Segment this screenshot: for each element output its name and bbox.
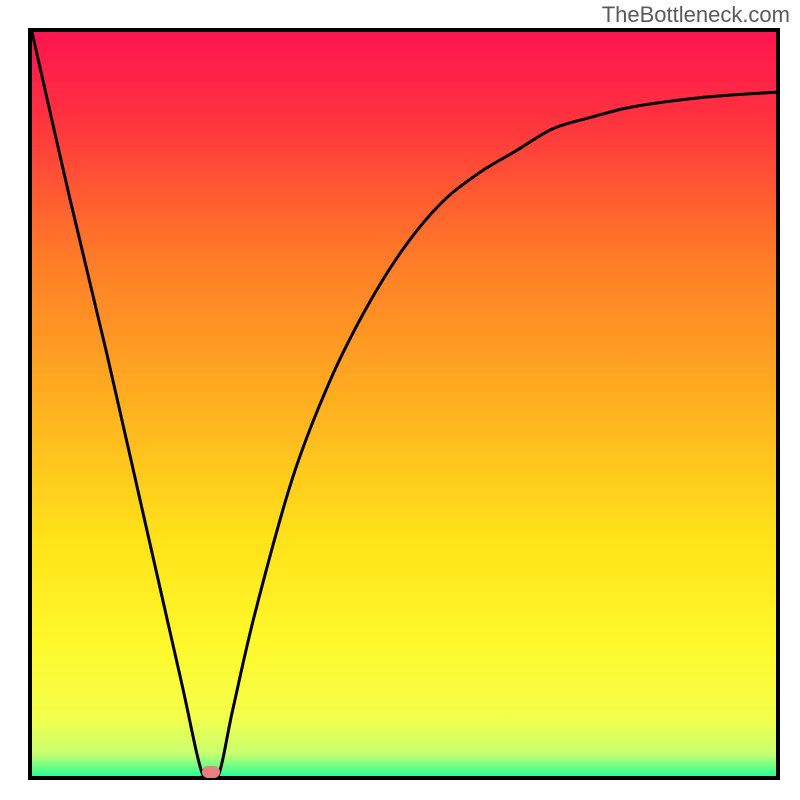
min-marker	[202, 766, 220, 778]
plot-area	[28, 28, 780, 780]
watermark-text: TheBottleneck.com	[602, 2, 790, 28]
chart-container	[0, 0, 800, 800]
bottleneck-curve	[32, 32, 776, 776]
